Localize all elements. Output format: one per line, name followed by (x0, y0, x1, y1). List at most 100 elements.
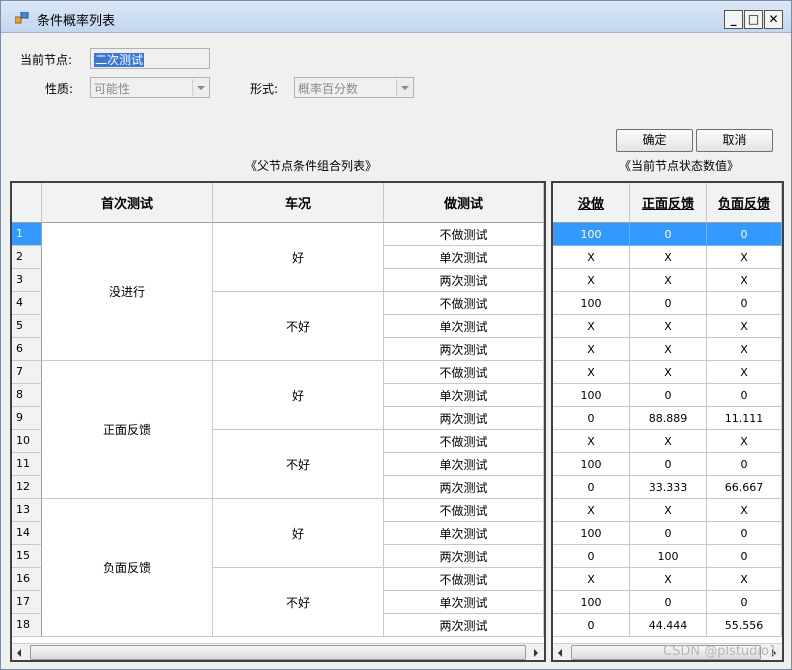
state-value-cell[interactable]: X (630, 269, 707, 292)
row-header[interactable]: 10 (12, 430, 42, 453)
state-values-grid[interactable]: 没做 正面反馈 负面反馈 100 0 0 X X X X X X 100 0 0 X X X X X X X X X 100 0 0… (551, 181, 784, 662)
column-header[interactable]: 负面反馈 (707, 183, 782, 223)
maximize-button[interactable]: □ (744, 10, 763, 29)
row-header[interactable]: 18 (12, 614, 42, 637)
do-test-cell[interactable]: 不做测试 (384, 499, 544, 522)
car-condition-group-cell[interactable]: 好 (213, 499, 384, 568)
state-value-cell[interactable]: X (630, 315, 707, 338)
do-test-cell[interactable]: 单次测试 (384, 246, 544, 269)
do-test-cell[interactable]: 两次测试 (384, 545, 544, 568)
node-field[interactable]: 二次测试 (90, 48, 210, 69)
row-header[interactable]: 1 (12, 223, 42, 246)
state-value-cell[interactable]: X (707, 361, 782, 384)
state-value-cell[interactable]: X (553, 246, 630, 269)
do-test-cell[interactable]: 单次测试 (384, 384, 544, 407)
state-value-cell[interactable]: 0 (707, 223, 782, 246)
column-header[interactable]: 首次测试 (42, 183, 213, 223)
state-value-cell[interactable]: 100 (553, 453, 630, 476)
do-test-cell[interactable]: 不做测试 (384, 568, 544, 591)
state-value-cell[interactable]: 0 (630, 591, 707, 614)
state-value-cell[interactable]: X (630, 361, 707, 384)
do-test-cell[interactable]: 不做测试 (384, 292, 544, 315)
column-header[interactable]: 正面反馈 (630, 183, 707, 223)
state-value-cell[interactable]: 0 (707, 591, 782, 614)
state-value-cell[interactable]: X (707, 568, 782, 591)
first-test-group-cell[interactable]: 负面反馈 (42, 499, 213, 637)
state-value-cell[interactable]: 100 (553, 591, 630, 614)
row-header[interactable]: 2 (12, 246, 42, 269)
state-value-cell[interactable]: 44.444 (630, 614, 707, 637)
state-value-cell[interactable]: X (707, 499, 782, 522)
chevron-down-icon[interactable] (396, 79, 412, 96)
state-value-cell[interactable]: 100 (630, 545, 707, 568)
column-header[interactable]: 没做 (553, 183, 630, 223)
column-header[interactable]: 车况 (213, 183, 384, 223)
close-button[interactable]: ✕ (764, 10, 783, 29)
scroll-right-icon[interactable] (527, 644, 544, 660)
do-test-cell[interactable]: 两次测试 (384, 269, 544, 292)
row-header[interactable]: 5 (12, 315, 42, 338)
state-value-cell[interactable]: X (553, 568, 630, 591)
row-header[interactable]: 15 (12, 545, 42, 568)
state-value-cell[interactable]: X (707, 315, 782, 338)
state-value-cell[interactable]: 0 (630, 223, 707, 246)
state-value-cell[interactable]: X (630, 568, 707, 591)
title-bar[interactable]: 条件概率列表 _ □ ✕ (1, 1, 791, 33)
scroll-left-icon[interactable] (12, 644, 29, 660)
state-value-cell[interactable]: 0 (553, 545, 630, 568)
chevron-down-icon[interactable] (192, 79, 208, 96)
scroll-left-icon[interactable] (553, 644, 570, 660)
state-value-cell[interactable]: X (553, 269, 630, 292)
row-header[interactable]: 8 (12, 384, 42, 407)
cancel-button[interactable]: 取消 (696, 129, 773, 152)
state-value-cell[interactable]: 0 (707, 522, 782, 545)
car-condition-group-cell[interactable]: 不好 (213, 292, 384, 361)
state-value-cell[interactable]: X (707, 246, 782, 269)
nature-combo[interactable]: 可能性 (90, 77, 210, 98)
state-value-cell[interactable]: X (553, 430, 630, 453)
state-value-cell[interactable]: 100 (553, 292, 630, 315)
do-test-cell[interactable]: 单次测试 (384, 522, 544, 545)
state-value-cell[interactable]: 0 (630, 453, 707, 476)
do-test-cell[interactable]: 两次测试 (384, 476, 544, 499)
row-header[interactable]: 16 (12, 568, 42, 591)
state-value-cell[interactable]: X (630, 338, 707, 361)
row-header[interactable]: 7 (12, 361, 42, 384)
car-condition-group-cell[interactable]: 不好 (213, 568, 384, 637)
state-value-cell[interactable]: X (553, 338, 630, 361)
state-value-cell[interactable]: 0 (553, 407, 630, 430)
state-value-cell[interactable]: X (707, 430, 782, 453)
left-horizontal-scrollbar[interactable] (12, 643, 544, 660)
row-header[interactable]: 12 (12, 476, 42, 499)
scroll-thumb[interactable] (30, 645, 526, 660)
state-value-cell[interactable]: 0 (707, 545, 782, 568)
car-condition-group-cell[interactable]: 不好 (213, 430, 384, 499)
do-test-cell[interactable]: 两次测试 (384, 614, 544, 637)
row-header[interactable]: 4 (12, 292, 42, 315)
row-header[interactable]: 13 (12, 499, 42, 522)
do-test-cell[interactable]: 两次测试 (384, 338, 544, 361)
do-test-cell[interactable]: 不做测试 (384, 223, 544, 246)
state-value-cell[interactable]: 55.556 (707, 614, 782, 637)
do-test-cell[interactable]: 不做测试 (384, 361, 544, 384)
state-value-cell[interactable]: 0 (630, 384, 707, 407)
first-test-group-cell[interactable]: 没进行 (42, 223, 213, 361)
state-value-cell[interactable]: 0 (553, 476, 630, 499)
state-value-cell[interactable]: X (553, 315, 630, 338)
state-value-cell[interactable]: 88.889 (630, 407, 707, 430)
do-test-cell[interactable]: 单次测试 (384, 453, 544, 476)
first-test-group-cell[interactable]: 正面反馈 (42, 361, 213, 499)
state-value-cell[interactable]: 66.667 (707, 476, 782, 499)
state-value-cell[interactable]: X (707, 338, 782, 361)
state-value-cell[interactable]: 100 (553, 384, 630, 407)
row-header[interactable]: 17 (12, 591, 42, 614)
row-header[interactable]: 3 (12, 269, 42, 292)
minimize-button[interactable]: _ (724, 10, 743, 29)
row-header[interactable]: 9 (12, 407, 42, 430)
state-value-cell[interactable]: X (707, 269, 782, 292)
state-value-cell[interactable]: X (630, 499, 707, 522)
row-header[interactable]: 14 (12, 522, 42, 545)
row-header[interactable]: 11 (12, 453, 42, 476)
state-value-cell[interactable]: 0 (630, 522, 707, 545)
state-value-cell[interactable]: 0 (630, 292, 707, 315)
